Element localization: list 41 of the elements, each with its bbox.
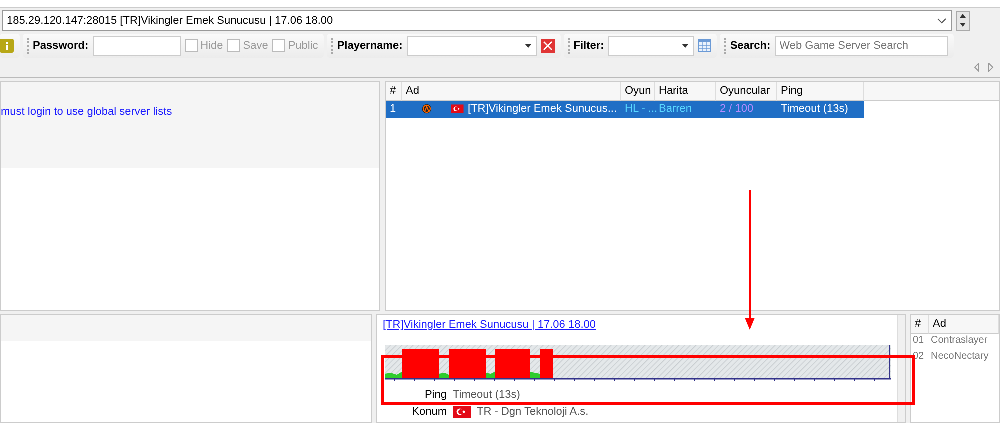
dropdown-arrow-icon bbox=[524, 44, 532, 48]
column-header[interactable]: Ad bbox=[402, 82, 621, 101]
arrow-right-icon[interactable] bbox=[988, 63, 994, 72]
table-icon[interactable] bbox=[698, 39, 712, 52]
filter-dropdown[interactable] bbox=[608, 36, 694, 56]
password-label: Password: bbox=[33, 40, 89, 52]
login-message: must login to use global server lists bbox=[1, 106, 172, 118]
spin-button[interactable] bbox=[956, 10, 970, 31]
column-header[interactable]: Harita bbox=[655, 82, 716, 101]
info-label: Konum bbox=[411, 406, 447, 418]
info-value: TR - Dgn Teknoloji A.s. bbox=[477, 406, 589, 418]
column-header[interactable]: # bbox=[911, 315, 929, 334]
info-label: Ping bbox=[424, 388, 447, 400]
column-header[interactable]: Ad bbox=[929, 315, 999, 334]
down-arrow-icon bbox=[960, 23, 966, 28]
scrollbar[interactable] bbox=[897, 315, 905, 422]
password-field[interactable] bbox=[92, 36, 181, 56]
filter-label: Filter: bbox=[574, 40, 604, 52]
column-header[interactable]: Ping bbox=[777, 82, 864, 101]
search-label: Search: bbox=[730, 40, 771, 52]
column-header[interactable]: # bbox=[386, 82, 402, 101]
up-arrow-icon bbox=[960, 14, 966, 18]
search-field[interactable]: Web Game Server Search bbox=[774, 36, 948, 56]
arrow-left-icon[interactable] bbox=[974, 63, 980, 72]
column-header[interactable]: Oyun bbox=[621, 82, 655, 101]
table-cell-text: 01 bbox=[912, 334, 926, 348]
playername-label: Playername: bbox=[337, 40, 403, 52]
dropdown-arrow-icon bbox=[682, 44, 690, 48]
flag-icon bbox=[451, 103, 464, 116]
flag-icon bbox=[453, 406, 471, 418]
close-icon[interactable] bbox=[540, 38, 555, 53]
info-value: Timeout (13s) bbox=[453, 388, 520, 400]
address-combobox[interactable]: 185.29.120.147:28015 [TR]Vikingler Emek Sunucusu | 17.06 18.00 bbox=[2, 10, 952, 32]
server-title-link[interactable]: [TR]Vikingler Emek Sunucusu | 17.06 18.00 bbox=[383, 319, 891, 331]
server-row[interactable]: 1 [TR]Vikingler Emek Sunucus... HL - ...Barren 2 / 100 Timeout (13s) bbox=[386, 100, 864, 118]
table-cell-text: NecoNectary bbox=[930, 350, 990, 364]
table-cell-text: Contraslayer bbox=[930, 334, 989, 348]
info-icon[interactable] bbox=[0, 38, 14, 53]
game-icon bbox=[422, 102, 432, 116]
column-header[interactable]: Oyuncular bbox=[716, 82, 777, 101]
chevron-down-icon bbox=[937, 18, 947, 24]
